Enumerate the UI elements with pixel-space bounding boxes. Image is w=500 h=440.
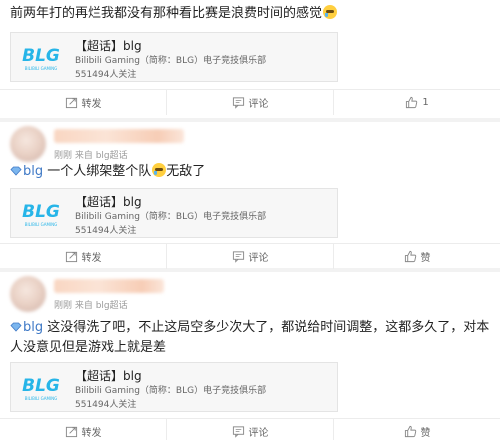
card-followers: 551494人关注 xyxy=(75,400,137,410)
comment-label: 评论 xyxy=(248,253,269,264)
action-bar: 转发 评论 赞 xyxy=(0,418,500,440)
comment-label: 评论 xyxy=(248,99,269,110)
like-button[interactable]: 1 xyxy=(333,90,500,115)
super-topic-card[interactable]: BLG BILIBILI GAMING 【超话】blg Bilibili Gam… xyxy=(10,188,338,238)
weibo-post: 刚刚 来自 blg超话 blg 这没得洗了吧，不止这局空多少次大了，都说给时间调… xyxy=(0,272,500,440)
card-description: Bilibili Gaming（简称：BLG）电子竞技俱乐部 xyxy=(75,56,267,66)
like-label: 赞 xyxy=(420,253,431,264)
super-topic-card[interactable]: BLG BILIBILI GAMING 【超话】blg Bilibili Gam… xyxy=(10,362,338,412)
card-followers: 551494人关注 xyxy=(75,226,137,236)
comment-button[interactable]: 评论 xyxy=(166,90,333,115)
post-text: 前两年打的再烂我都没有那种看比赛是浪费时间的感觉 xyxy=(10,4,490,24)
card-title: 【超话】blg xyxy=(75,369,142,383)
thumbs-up-icon xyxy=(406,96,418,109)
repost-icon xyxy=(65,426,77,438)
comment-button[interactable]: 评论 xyxy=(166,244,333,269)
action-bar: 转发 评论 1 xyxy=(0,89,500,115)
blg-logo-icon: BLG BILIBILI GAMING xyxy=(22,46,60,71)
logo-text: BLG xyxy=(22,202,60,222)
post-text-content-end: 无敌了 xyxy=(166,164,206,179)
post-text-content: 前两年打的再烂我都没有那种看比赛是浪费时间的感觉 xyxy=(10,6,323,21)
card-title: 【超话】blg xyxy=(75,39,142,53)
repost-label: 转发 xyxy=(81,253,102,264)
comment-icon xyxy=(232,251,244,263)
blg-logo-icon: BLG BILIBILI GAMING xyxy=(22,376,60,401)
logo-subtext: BILIBILI GAMING xyxy=(25,66,58,71)
super-topic-card[interactable]: BLG BILIBILI GAMING 【超话】blg Bilibili Gam… xyxy=(10,32,338,82)
username-blurred[interactable] xyxy=(54,129,184,143)
card-description: Bilibili Gaming（简称：BLG）电子竞技俱乐部 xyxy=(75,386,267,396)
blg-logo-icon: BLG BILIBILI GAMING xyxy=(22,202,60,227)
post-text-content: 一个人绑架整个队 xyxy=(43,164,152,179)
card-title: 【超话】blg xyxy=(75,195,142,209)
like-label: 赞 xyxy=(420,428,431,439)
thumbs-up-icon xyxy=(404,425,416,438)
repost-icon xyxy=(65,251,77,263)
like-button[interactable]: 赞 xyxy=(333,419,500,440)
repost-button[interactable]: 转发 xyxy=(0,90,166,115)
post-meta: 刚刚 来自 blg超话 xyxy=(54,151,128,161)
repost-label: 转发 xyxy=(81,428,102,439)
repost-button[interactable]: 转发 xyxy=(0,244,166,269)
comment-label: 评论 xyxy=(248,428,269,439)
topic-link[interactable]: blg xyxy=(23,164,43,179)
weibo-post: 刚刚 来自 blg超话 blg 一个人绑架整个队 无敌了 BLG BILIBILI… xyxy=(0,122,500,269)
like-button[interactable]: 赞 xyxy=(333,244,500,269)
crying-emoji-icon xyxy=(152,163,167,177)
card-description: Bilibili Gaming（简称：BLG）电子竞技俱乐部 xyxy=(75,212,267,222)
diamond-icon xyxy=(10,166,22,176)
avatar[interactable] xyxy=(10,276,46,312)
avatar[interactable] xyxy=(10,126,46,162)
post-text: blg 一个人绑架整个队 无敌了 xyxy=(10,162,490,182)
username-blurred[interactable] xyxy=(54,279,164,293)
topic-link[interactable]: blg xyxy=(23,320,43,335)
logo-text: BLG xyxy=(22,46,60,66)
diamond-icon xyxy=(10,322,22,332)
like-count: 1 xyxy=(422,97,429,108)
crying-emoji-icon xyxy=(323,5,338,19)
comment-icon xyxy=(232,426,244,438)
card-followers: 551494人关注 xyxy=(75,70,137,80)
comment-button[interactable]: 评论 xyxy=(166,419,333,440)
weibo-post: 前两年打的再烂我都没有那种看比赛是浪费时间的感觉 BLG BILIBILI GA… xyxy=(0,0,500,118)
logo-subtext: BILIBILI GAMING xyxy=(25,222,58,227)
post-text: blg 这没得洗了吧，不止这局空多少次大了，都说给时间调整，这都多久了，对本人没… xyxy=(10,318,490,358)
repost-icon xyxy=(65,97,77,109)
repost-button[interactable]: 转发 xyxy=(0,419,166,440)
logo-text: BLG xyxy=(22,376,60,396)
comment-icon xyxy=(232,97,244,109)
action-bar: 转发 评论 赞 xyxy=(0,243,500,269)
post-meta: 刚刚 来自 blg超话 xyxy=(54,301,128,311)
thumbs-up-icon xyxy=(404,250,416,263)
logo-subtext: BILIBILI GAMING xyxy=(25,396,58,401)
post-text-content: 这没得洗了吧，不止这局空多少次大了，都说给时间调整，这都多久了，对本人没意见但是… xyxy=(10,320,490,355)
repost-label: 转发 xyxy=(81,99,102,110)
